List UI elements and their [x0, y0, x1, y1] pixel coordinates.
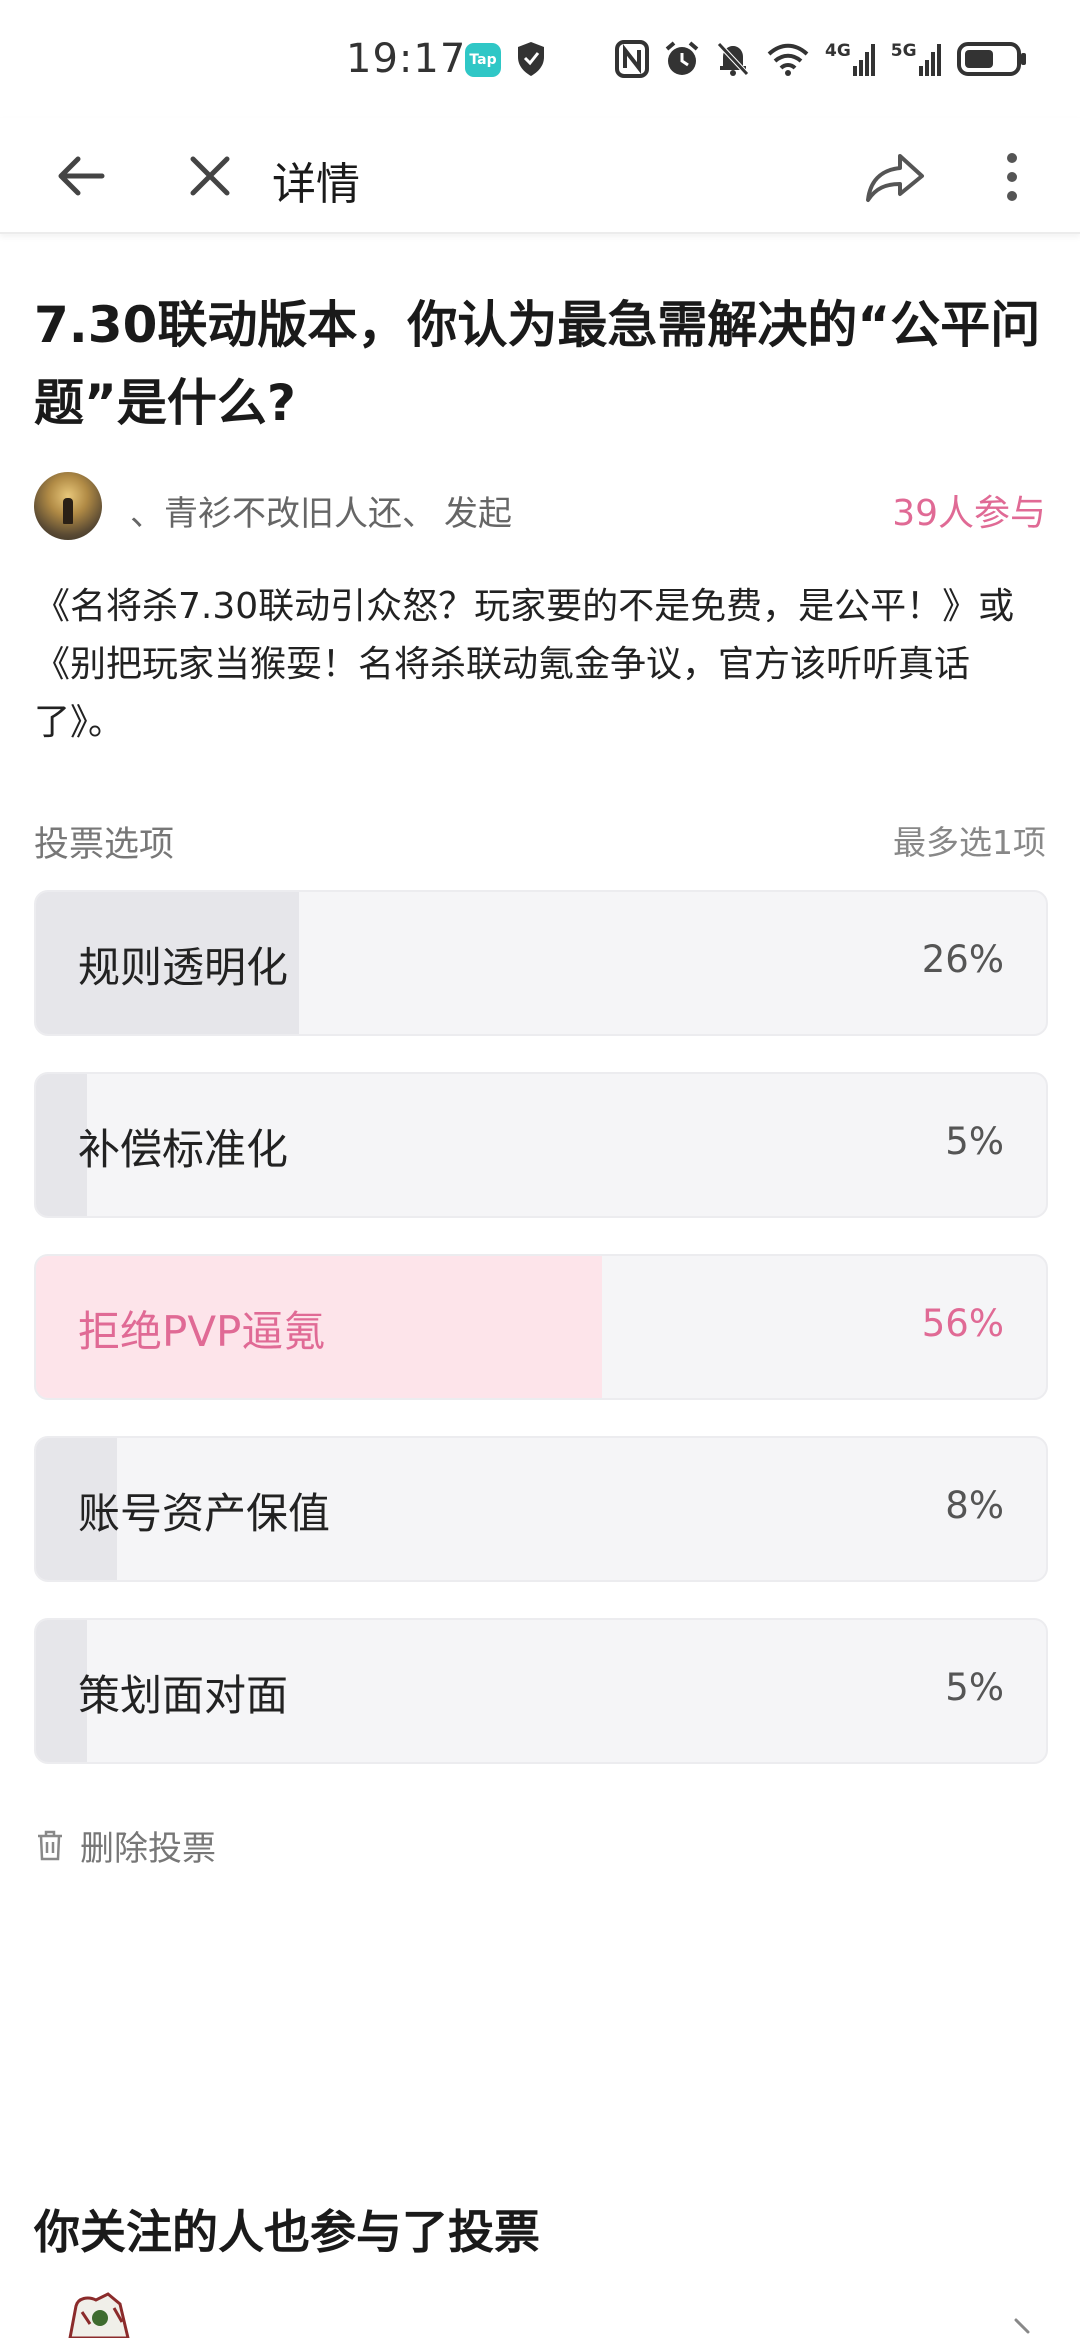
vote-option[interactable]: 规则透明化 26%: [34, 890, 1048, 1036]
vote-option-percent: 5%: [945, 1666, 1004, 1709]
vote-option[interactable]: 拒绝PVP逼氪 56%: [34, 1254, 1048, 1400]
top-toolbar: 详情: [0, 118, 1080, 234]
vote-option-label: 拒绝PVP逼氪: [78, 1307, 326, 1356]
vote-option[interactable]: 账号资产保值 8%: [34, 1436, 1048, 1582]
vote-option-label: 补偿标准化: [78, 1125, 289, 1174]
vote-option-percent: 8%: [945, 1484, 1004, 1527]
participants-count[interactable]: 39人参与: [892, 484, 1046, 536]
poll-description: 《名将杀7.30联动引众怒？玩家要的不是免费，是公平！》或《别把玩家当猴耍！名将…: [34, 586, 1015, 743]
mute-bell-icon: [717, 42, 749, 76]
vote-option-label: 账号资产保值: [78, 1489, 331, 1538]
author-action: 发起: [444, 494, 512, 534]
trash-icon: [38, 1830, 62, 1861]
share-icon[interactable]: [862, 144, 928, 210]
battery-icon: [956, 42, 1026, 76]
options-limit: 最多选1项: [893, 823, 1046, 862]
nfc-icon: [615, 40, 649, 78]
wifi-icon: [767, 43, 809, 76]
vote-option-percent: 26%: [921, 938, 1004, 981]
author-row: 、青衫不改旧人还、 发起 39人参与: [34, 472, 1046, 542]
following-section-title: 你关注的人也参与了投票: [34, 2205, 540, 2259]
network-5g-label: 5G: [890, 41, 917, 61]
back-arrow-icon[interactable]: [52, 146, 112, 206]
poll-title: 7.30联动版本，你认为最急需解决的“公平问题”是什么?: [34, 296, 1041, 432]
alarm-icon: [665, 41, 699, 75]
status-bar: 19:17 Tap 4G 5G: [0, 0, 1080, 118]
more-options-icon[interactable]: [990, 144, 1034, 210]
close-icon[interactable]: [180, 146, 240, 206]
delete-vote-button[interactable]: 删除投票: [34, 1820, 216, 1870]
signal-bars-icon: [918, 44, 941, 76]
shield-icon: [518, 42, 544, 76]
signal-bars-icon: [852, 44, 875, 76]
options-label: 投票选项: [34, 825, 175, 865]
network-4g-label: 4G: [825, 41, 851, 61]
author-name[interactable]: 、青衫不改旧人还、: [130, 486, 436, 535]
tap-app-icon: Tap: [465, 43, 501, 77]
signal-5g: 5G: [891, 42, 943, 76]
vote-option[interactable]: 补偿标准化 5%: [34, 1072, 1048, 1218]
vote-option-percent: 56%: [921, 1302, 1004, 1345]
vote-option-label: 规则透明化: [78, 943, 289, 992]
status-time: 19:17: [346, 36, 467, 82]
vote-option-percent: 5%: [945, 1120, 1004, 1163]
author-avatar[interactable]: [34, 472, 102, 540]
signal-4g: 4G: [825, 42, 877, 76]
vote-option[interactable]: 策划面对面 5%: [34, 1618, 1048, 1764]
options-header: 投票选项 最多选1项: [34, 816, 1046, 866]
follower-avatar[interactable]: [62, 2290, 138, 2338]
chevron-right-icon[interactable]: [1010, 2318, 1034, 2338]
vote-option-label: 策划面对面: [78, 1671, 289, 1720]
page-title: 详情: [272, 159, 360, 210]
status-icons: 4G 5G: [615, 36, 1027, 82]
delete-vote-label: 删除投票: [80, 1828, 216, 1869]
